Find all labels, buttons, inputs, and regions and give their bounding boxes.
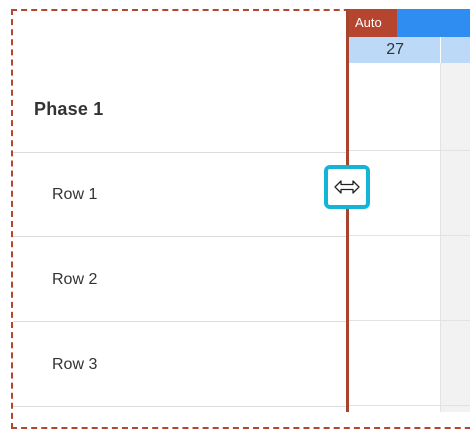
day-cell: 27 — [349, 37, 441, 63]
timeline-column — [349, 63, 441, 412]
timeline-gridline — [349, 150, 470, 151]
timeline-panel: Auto 27 — [349, 9, 470, 412]
timeline-gridline — [349, 235, 470, 236]
resize-cursor — [324, 165, 370, 209]
table-row[interactable]: Row 2 — [13, 237, 348, 322]
table-row[interactable]: Row 1 — [13, 152, 348, 237]
row-label: Row 3 — [52, 356, 98, 373]
timeline-day-row: 27 — [349, 37, 470, 63]
timeline-gridline — [349, 320, 470, 321]
timeline-column-weekend — [441, 63, 470, 412]
row-label: Row 1 — [52, 186, 98, 203]
resize-horizontal-icon — [334, 180, 360, 194]
timeline-header: Auto — [349, 9, 470, 37]
task-grid: Phase 1 Row 1 Row 2 Row 3 — [13, 11, 348, 412]
phase-title: Phase 1 — [34, 99, 104, 119]
splitter-handle[interactable] — [346, 9, 349, 412]
table-row[interactable]: Row 3 — [13, 322, 348, 407]
timeline-gridline — [349, 405, 470, 406]
auto-tag[interactable]: Auto — [349, 9, 397, 37]
phase-row[interactable]: Phase 1 — [13, 11, 348, 153]
row-label: Row 2 — [52, 271, 98, 288]
timeline-body — [349, 63, 470, 412]
